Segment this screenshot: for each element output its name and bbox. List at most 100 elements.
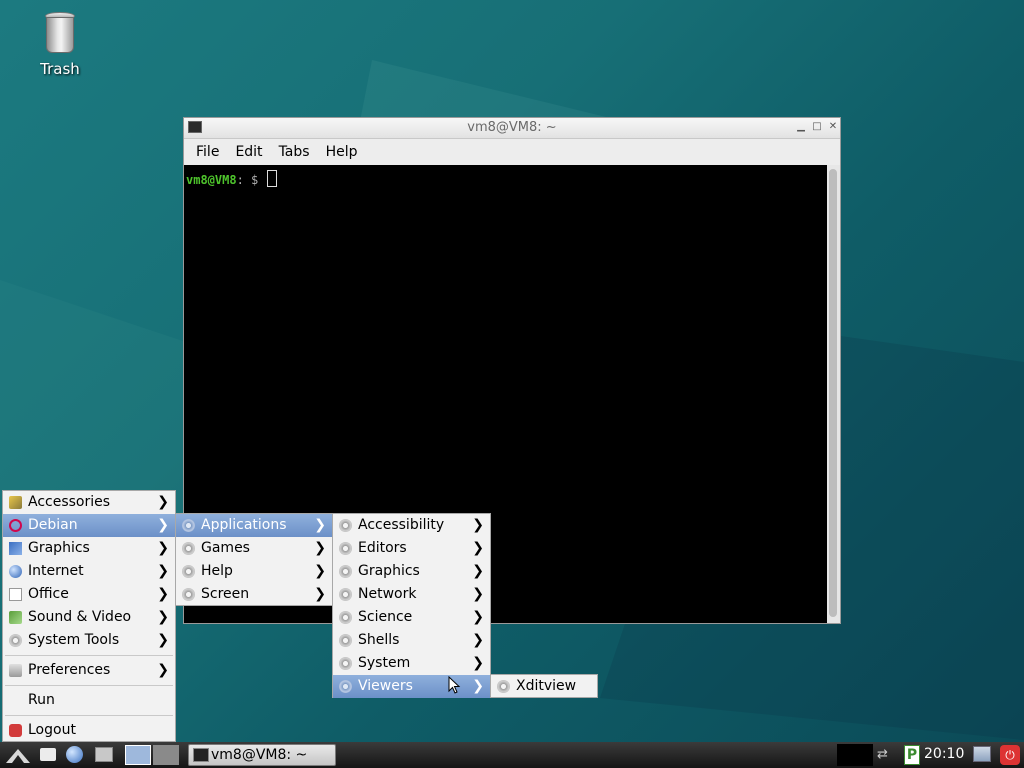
gear-icon — [339, 611, 352, 624]
menu-item-system-tools[interactable]: System Tools ❯ — [3, 629, 175, 652]
trash-icon — [45, 12, 75, 54]
submenu-item-label: Help — [201, 563, 233, 579]
menu-file[interactable]: File — [188, 144, 227, 160]
gear-icon — [339, 657, 352, 670]
maximize-button[interactable]: □ — [810, 120, 824, 134]
network-icon[interactable]: ⇄ — [877, 747, 899, 763]
start-menu-icon[interactable] — [4, 745, 34, 765]
menu-tabs[interactable]: Tabs — [271, 144, 318, 160]
globe-icon — [9, 565, 22, 578]
menu-help[interactable]: Help — [318, 144, 366, 160]
power-icon[interactable]: ⏻ — [1000, 745, 1020, 765]
submenu-item-graphics[interactable]: Graphics ❯ — [333, 560, 490, 583]
submenu-item-xditview[interactable]: Xditview — [491, 675, 597, 698]
menu-item-internet[interactable]: Internet ❯ — [3, 560, 175, 583]
menu-item-graphics[interactable]: Graphics ❯ — [3, 537, 175, 560]
submenu-item-accessibility[interactable]: Accessibility ❯ — [333, 514, 490, 537]
graphics-icon — [9, 542, 22, 555]
menu-item-logout[interactable]: Logout — [3, 719, 175, 742]
window-menubar: File Edit Tabs Help — [184, 139, 840, 165]
submenu-item-label: Viewers — [358, 678, 413, 694]
submenu-item-viewers[interactable]: Viewers ❯ — [333, 675, 490, 698]
submenu-item-label: Applications — [201, 517, 287, 533]
submenu-item-science[interactable]: Science ❯ — [333, 606, 490, 629]
chevron-right-icon: ❯ — [157, 632, 169, 648]
submenu-item-system[interactable]: System ❯ — [333, 652, 490, 675]
music-note-icon — [9, 611, 22, 624]
file-manager-icon[interactable] — [40, 748, 56, 761]
chevron-right-icon: ❯ — [157, 494, 169, 510]
scrollbar-thumb[interactable] — [829, 169, 837, 617]
chevron-right-icon: ❯ — [472, 678, 484, 694]
applications-submenu: Accessibility ❯ Editors ❯ Graphics ❯ Net… — [332, 513, 491, 698]
submenu-item-applications[interactable]: Applications ❯ — [176, 514, 332, 537]
chevron-right-icon: ❯ — [314, 540, 326, 556]
close-button[interactable]: ✕ — [826, 120, 840, 134]
submenu-item-label: Games — [201, 540, 250, 556]
chevron-right-icon: ❯ — [157, 586, 169, 602]
chevron-right-icon: ❯ — [472, 540, 484, 556]
menu-item-label: Office — [28, 586, 69, 602]
submenu-item-label: Science — [358, 609, 413, 625]
terminal-icon — [193, 748, 209, 762]
submenu-item-help[interactable]: Help ❯ — [176, 560, 332, 583]
submenu-item-editors[interactable]: Editors ❯ — [333, 537, 490, 560]
desktop-1-icon[interactable] — [125, 745, 151, 765]
menu-item-label: Internet — [28, 563, 84, 579]
submenu-item-label: Xditview — [516, 678, 577, 694]
menu-item-label: Graphics — [28, 540, 90, 556]
chevron-right-icon: ❯ — [472, 632, 484, 648]
trash-desktop-icon[interactable]: Trash — [30, 12, 90, 78]
chevron-right-icon: ❯ — [157, 662, 169, 678]
viewers-submenu: Xditview — [490, 674, 598, 698]
clipboard-icon[interactable]: P — [904, 745, 920, 765]
gear-icon — [497, 680, 510, 693]
menu-separator — [3, 682, 175, 689]
taskbar-task-terminal[interactable]: vm8@VM8: ~ — [188, 744, 336, 766]
terminal-scrollbar[interactable] — [827, 165, 840, 623]
submenu-item-label: System — [358, 655, 411, 671]
windows-icon[interactable] — [95, 747, 113, 762]
menu-item-accessories[interactable]: Accessories ❯ — [3, 491, 175, 514]
submenu-item-label: Shells — [358, 632, 400, 648]
menu-item-label: Accessories — [28, 494, 111, 510]
submenu-item-label: Accessibility — [358, 517, 445, 533]
submenu-item-label: Graphics — [358, 563, 420, 579]
submenu-item-network[interactable]: Network ❯ — [333, 583, 490, 606]
prompt-rest: : $ — [236, 173, 266, 187]
submenu-item-label: Network — [358, 586, 417, 602]
trash-label: Trash — [40, 60, 80, 78]
lock-screen-icon[interactable] — [973, 746, 991, 762]
gear-icon — [182, 542, 195, 555]
menu-item-sound-video[interactable]: Sound & Video ❯ — [3, 606, 175, 629]
gear-icon — [182, 588, 195, 601]
menu-item-label: Run — [28, 692, 55, 708]
chevron-right-icon: ❯ — [314, 563, 326, 579]
menu-item-debian[interactable]: Debian ❯ — [3, 514, 175, 537]
submenu-item-shells[interactable]: Shells ❯ — [333, 629, 490, 652]
menu-edit[interactable]: Edit — [227, 144, 270, 160]
web-browser-icon[interactable] — [66, 746, 83, 763]
minimize-button[interactable]: ▁ — [794, 120, 808, 134]
chevron-right-icon: ❯ — [157, 563, 169, 579]
taskbar: vm8@VM8: ~ ⇄ P 20:10 ⏻ — [0, 742, 1024, 768]
desktop-2-icon[interactable] — [153, 745, 179, 765]
logout-icon — [9, 724, 22, 737]
submenu-item-screen[interactable]: Screen ❯ — [176, 583, 332, 606]
chevron-right-icon: ❯ — [472, 655, 484, 671]
debian-swirl-icon — [9, 519, 22, 532]
main-menu: Accessories ❯ Debian ❯ Graphics ❯ Intern… — [2, 490, 176, 742]
gear-icon — [339, 634, 352, 647]
chevron-right-icon: ❯ — [314, 586, 326, 602]
taskbar-clock[interactable]: 20:10 — [924, 746, 964, 762]
text-cursor — [267, 170, 278, 187]
submenu-item-games[interactable]: Games ❯ — [176, 537, 332, 560]
menu-item-label: System Tools — [28, 632, 120, 648]
menu-item-run[interactable]: Run — [3, 689, 175, 712]
menu-item-office[interactable]: Office ❯ — [3, 583, 175, 606]
submenu-item-label: Screen — [201, 586, 250, 602]
chevron-right-icon: ❯ — [157, 540, 169, 556]
window-titlebar[interactable]: vm8@VM8: ~ ▁ □ ✕ — [184, 118, 840, 139]
menu-item-preferences[interactable]: Preferences ❯ — [3, 659, 175, 682]
submenu-item-label: Editors — [358, 540, 407, 556]
